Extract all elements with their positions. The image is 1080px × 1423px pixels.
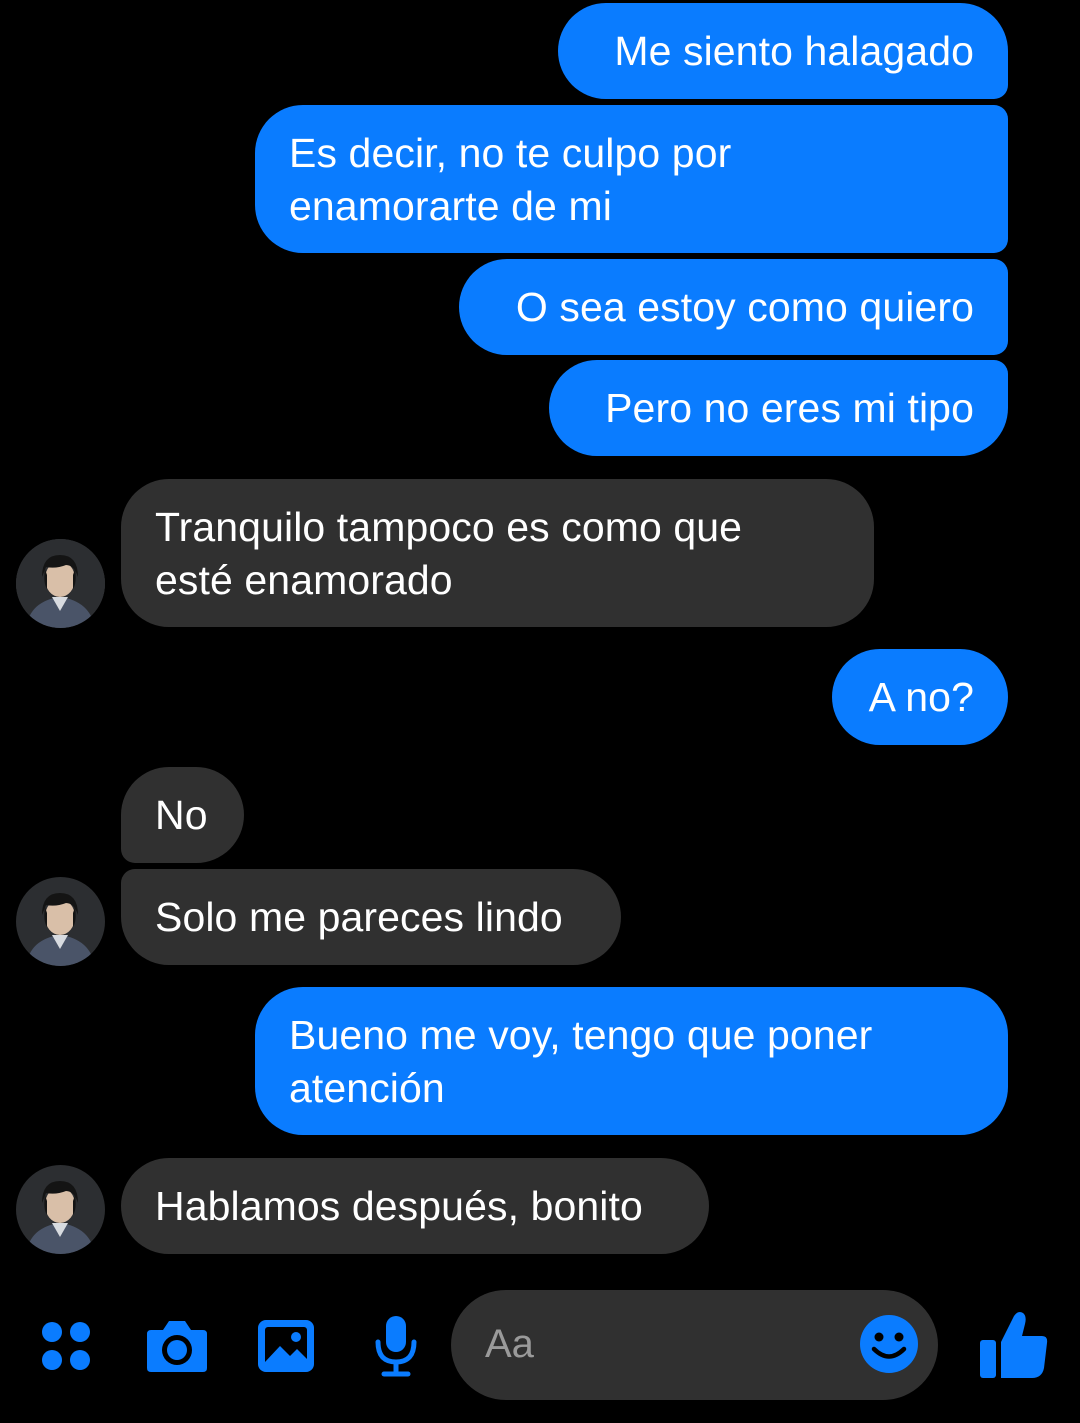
microphone-icon[interactable] bbox=[372, 1314, 420, 1378]
message-text: O sea estoy como quiero bbox=[515, 284, 974, 330]
message-text-line: atención bbox=[289, 1065, 445, 1111]
camera-icon[interactable] bbox=[145, 1318, 209, 1374]
message-text-line: Bueno me voy, tengo que poner bbox=[289, 1012, 873, 1058]
message-bubble-sent[interactable]: Pero no eres mi tipo bbox=[549, 360, 1008, 456]
message-text: A no? bbox=[868, 674, 974, 720]
message-text-line: esté enamorado bbox=[155, 557, 453, 603]
contact-avatar[interactable] bbox=[16, 539, 105, 628]
message-bubble-received[interactable]: Solo me pareces lindo bbox=[121, 869, 621, 965]
message-text: Hablamos después, bonito bbox=[155, 1183, 643, 1229]
input-placeholder: Aa bbox=[485, 1322, 534, 1366]
message-bubble-received[interactable]: No bbox=[121, 767, 244, 863]
message-text: Solo me pareces lindo bbox=[155, 894, 563, 940]
thumbs-up-icon[interactable] bbox=[978, 1310, 1050, 1380]
menu-dots-icon[interactable] bbox=[40, 1320, 92, 1372]
contact-avatar[interactable] bbox=[16, 877, 105, 966]
emoji-icon[interactable] bbox=[859, 1314, 919, 1374]
message-bubble-sent[interactable]: A no? bbox=[832, 649, 1008, 745]
message-bubble-sent[interactable]: Es decir, no te culpo por enamorarte de … bbox=[255, 105, 1008, 253]
message-text-line: Tranquilo tampoco es como que bbox=[155, 504, 743, 550]
image-icon[interactable] bbox=[256, 1318, 316, 1374]
message-bubble-sent[interactable]: O sea estoy como quiero bbox=[459, 259, 1008, 355]
avatar-photo-icon bbox=[16, 877, 105, 966]
message-bubble-sent[interactable]: Bueno me voy, tengo que poner atención bbox=[255, 987, 1008, 1135]
message-bubble-received[interactable]: Hablamos después, bonito bbox=[121, 1158, 709, 1254]
message-text-line: Es decir, no te culpo por bbox=[289, 130, 732, 176]
message-text: Me siento halagado bbox=[614, 28, 974, 74]
message-bubble-received[interactable]: Tranquilo tampoco es como que esté enamo… bbox=[121, 479, 874, 627]
message-text: Pero no eres mi tipo bbox=[605, 385, 974, 431]
message-bubble-sent[interactable]: Me siento halagado bbox=[558, 3, 1008, 99]
message-text: No bbox=[155, 792, 208, 838]
message-input[interactable]: Aa bbox=[451, 1290, 938, 1400]
avatar-photo-icon bbox=[16, 539, 105, 628]
message-text-line: enamorarte de mi bbox=[289, 183, 612, 229]
contact-avatar[interactable] bbox=[16, 1165, 105, 1254]
avatar-photo-icon bbox=[16, 1165, 105, 1254]
